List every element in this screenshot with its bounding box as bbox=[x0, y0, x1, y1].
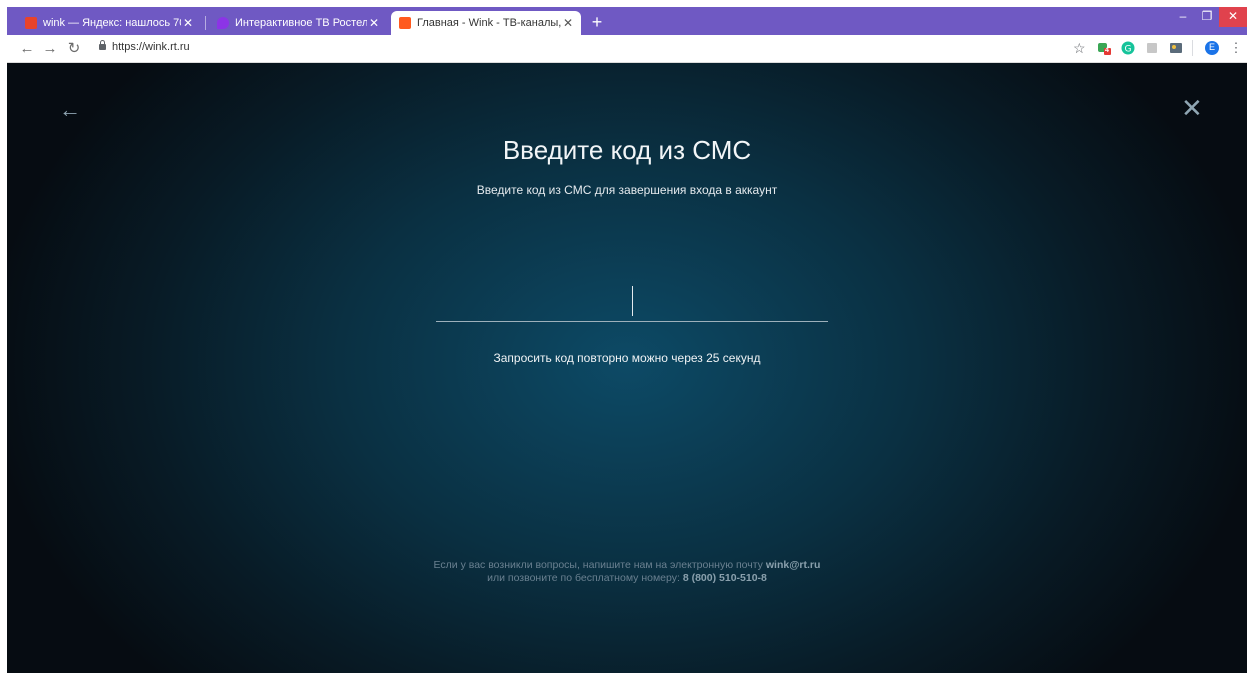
tab-strip: wink — Яндекс: нашлось 70 млн ✕ Интеракт… bbox=[7, 7, 1247, 35]
svg-text:G: G bbox=[1125, 45, 1132, 55]
new-tab-button[interactable]: + bbox=[586, 11, 608, 33]
support-phone: 8 (800) 510-510-8 bbox=[682, 572, 767, 584]
toolbar-divider bbox=[1192, 40, 1193, 56]
tab-separator bbox=[205, 16, 206, 30]
rostelecom-favicon-icon bbox=[217, 17, 229, 29]
footer-text-2: или позвоните по бесплатному номеру: bbox=[487, 572, 683, 584]
forward-nav-icon[interactable]: → bbox=[40, 39, 60, 59]
page-subtitle: Введите код из СМС для завершения входа … bbox=[476, 183, 778, 197]
extension-icon-3[interactable] bbox=[1169, 41, 1183, 55]
tab-title: Главная - Wink - ТВ-каналы, фи bbox=[417, 17, 561, 29]
window-close-icon[interactable]: ✕ bbox=[1219, 7, 1247, 27]
address-bar[interactable]: https://wink.rt.ru bbox=[112, 41, 190, 53]
tab-yandex[interactable]: wink — Яндекс: нашлось 70 млн ✕ bbox=[17, 11, 201, 35]
close-tab-icon[interactable]: ✕ bbox=[181, 16, 195, 30]
tab-title: Интерактивное ТВ Ростелеком bbox=[235, 17, 367, 29]
browser-window: wink — Яндекс: нашлось 70 млн ✕ Интеракт… bbox=[7, 7, 1247, 673]
support-footer: Если у вас возникли вопросы, напишите на… bbox=[7, 559, 1247, 585]
restore-icon[interactable]: ❐ bbox=[1197, 7, 1217, 27]
close-icon[interactable]: ✕ bbox=[1181, 93, 1203, 124]
grammarly-icon[interactable]: G bbox=[1121, 41, 1135, 55]
extension-badge: 4 bbox=[1105, 47, 1109, 54]
profile-icon[interactable]: E bbox=[1205, 41, 1219, 55]
page-title: Введите код из СМС bbox=[502, 135, 752, 165]
lock-icon bbox=[99, 40, 106, 50]
menu-icon[interactable]: ⋮ bbox=[1229, 41, 1243, 55]
close-tab-icon[interactable]: ✕ bbox=[561, 16, 575, 30]
extension-icon[interactable]: 4 bbox=[1097, 41, 1111, 55]
back-nav-icon[interactable]: ← bbox=[17, 39, 37, 59]
minimize-icon[interactable]: – bbox=[1173, 7, 1193, 27]
footer-line-2: или позвоните по бесплатному номеру: 8 (… bbox=[7, 572, 1247, 585]
tab-title: wink — Яндекс: нашлось 70 млн bbox=[43, 17, 181, 29]
back-arrow-icon[interactable]: ← bbox=[59, 97, 81, 123]
footer-line-1: Если у вас возникли вопросы, напишите на… bbox=[7, 559, 1247, 572]
footer-text-1: Если у вас возникли вопросы, напишите на… bbox=[433, 559, 766, 571]
tab-rostelecom[interactable]: Интерактивное ТВ Ростелеком ✕ bbox=[209, 11, 387, 35]
wink-favicon-icon bbox=[399, 17, 411, 29]
extension-icon-2[interactable] bbox=[1145, 41, 1159, 55]
code-input-caret[interactable] bbox=[632, 286, 633, 316]
sms-code-page: ← ✕ Введите код из СМС Введите код из СМ… bbox=[7, 63, 1247, 673]
support-email-link[interactable]: wink@rt.ru bbox=[766, 559, 821, 571]
browser-toolbar: ← → ↻ https://wink.rt.ru ☆ 4 G E ⋮ bbox=[7, 35, 1247, 63]
profile-letter: E bbox=[1209, 42, 1216, 52]
yandex-favicon-icon bbox=[25, 17, 37, 29]
tab-wink[interactable]: Главная - Wink - ТВ-каналы, фи ✕ bbox=[391, 11, 581, 35]
star-icon[interactable]: ☆ bbox=[1073, 41, 1087, 55]
resend-timer-text: Запросить код повторно можно через 25 се… bbox=[493, 351, 761, 365]
sms-code-input[interactable] bbox=[436, 321, 828, 322]
reload-icon[interactable]: ↻ bbox=[64, 39, 84, 59]
close-tab-icon[interactable]: ✕ bbox=[367, 16, 381, 30]
